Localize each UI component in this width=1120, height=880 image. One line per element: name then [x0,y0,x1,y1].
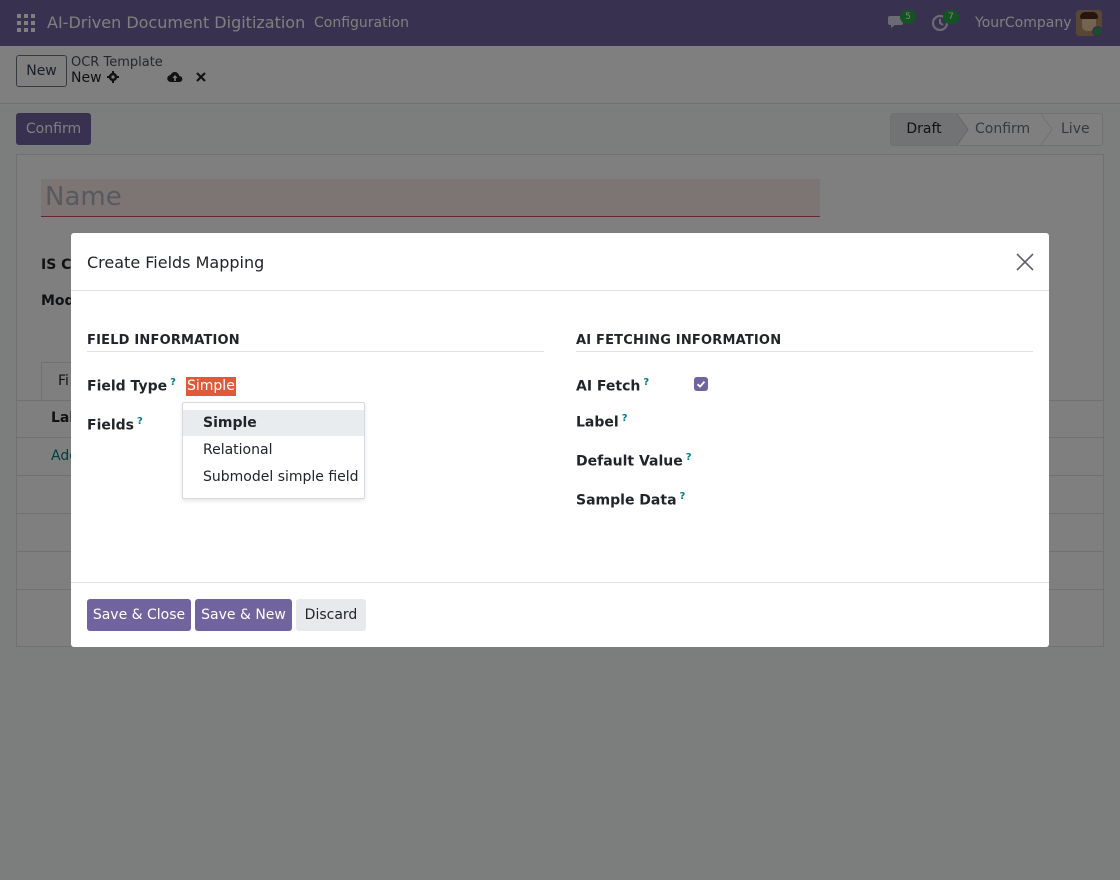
default-value-label: Default Value? [576,452,692,470]
dialog-header-divider [71,290,1049,291]
field-type-select[interactable]: Simple [186,377,236,396]
field-type-label: Field Type? [87,377,176,395]
save-close-button[interactable]: Save & Close [87,599,191,631]
field-type-dropdown: Simple Relational Submodel simple field [182,402,365,499]
help-icon[interactable]: ? [643,377,649,388]
option-submodel-simple-field[interactable]: Submodel simple field [183,464,364,490]
help-icon[interactable]: ? [170,377,176,388]
ai-fetch-label: AI Fetch? [576,377,650,395]
fields-label: Fields? [87,416,143,434]
checkmark-icon [696,380,706,388]
help-icon[interactable]: ? [686,452,692,463]
create-fields-mapping-dialog: Create Fields Mapping FIELD INFORMATION … [71,233,1049,647]
dialog-footer-divider [71,582,1049,583]
section-divider [87,351,544,352]
section-divider [576,351,1033,352]
option-relational[interactable]: Relational [183,437,364,463]
discard-button[interactable]: Discard [296,599,366,631]
dialog-title: Create Fields Mapping [87,253,265,272]
field-information-title: FIELD INFORMATION [87,333,240,348]
label-label: Label? [576,413,628,431]
ai-fetching-information-title: AI FETCHING INFORMATION [576,333,782,348]
save-new-button[interactable]: Save & New [195,599,292,631]
help-icon[interactable]: ? [680,491,686,502]
help-icon[interactable]: ? [622,413,628,424]
close-icon[interactable] [1016,253,1034,271]
help-icon[interactable]: ? [137,416,143,427]
option-simple[interactable]: Simple [183,410,364,436]
sample-data-label: Sample Data? [576,491,686,509]
ai-fetch-checkbox[interactable] [694,377,708,391]
